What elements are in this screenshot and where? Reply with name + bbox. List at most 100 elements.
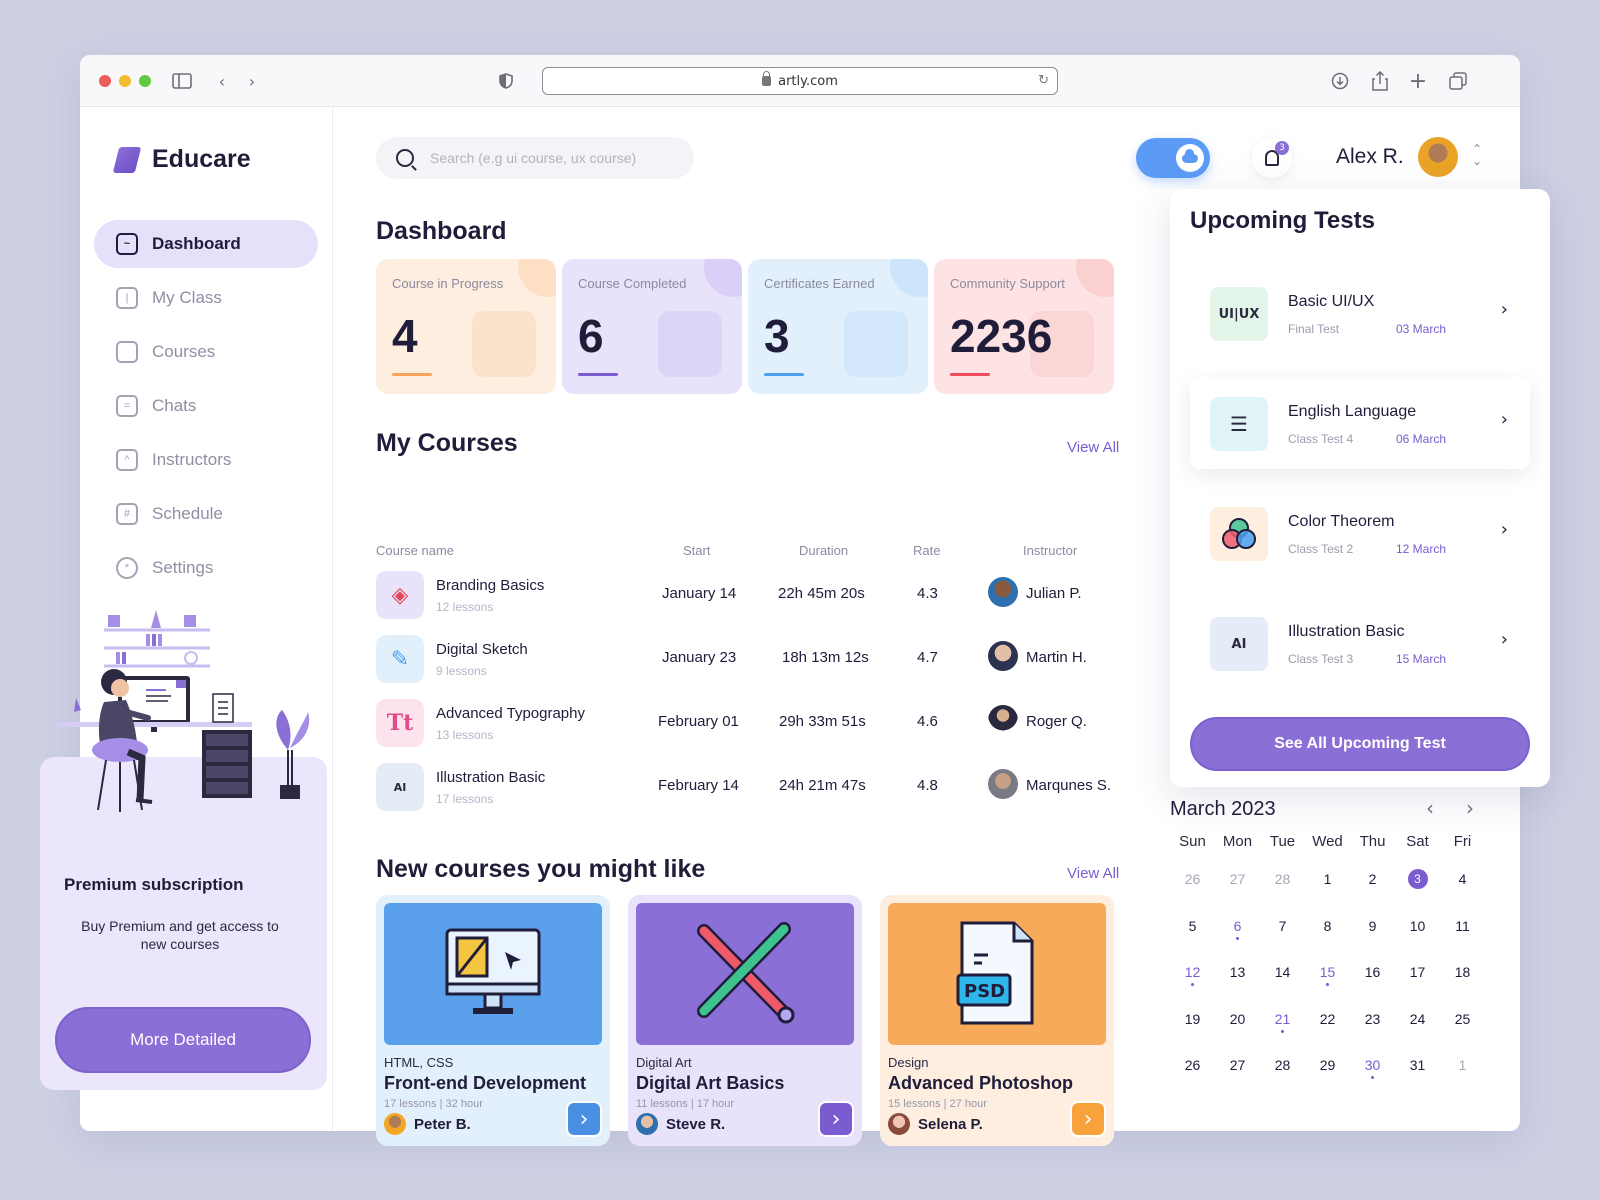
sidebar-item-courses[interactable]: Courses [94, 328, 318, 376]
search-bar[interactable]: Search (e.g ui course, ux course) [376, 137, 694, 179]
calendar-day[interactable]: 20 [1215, 1011, 1260, 1027]
calendar-day[interactable]: 1 [1305, 871, 1350, 887]
calendar-day[interactable]: 14 [1260, 964, 1305, 980]
calendar-day[interactable]: 27 [1215, 1057, 1260, 1073]
sidebar-toggle-icon[interactable] [170, 69, 194, 93]
calendar-day[interactable]: 12 [1170, 964, 1215, 987]
chevron-right-icon[interactable]: › [1466, 796, 1474, 820]
table-row[interactable]: AI Illustration Basic 17 lessons Februar… [376, 763, 1126, 819]
calendar-day[interactable]: 3 [1395, 869, 1440, 890]
stat-card-certificates[interactable]: Certificates Earned 3 [748, 259, 928, 394]
chevron-right-icon[interactable]: › [566, 1101, 602, 1137]
calendar-day[interactable]: 1 [1440, 1057, 1485, 1073]
chevron-left-icon[interactable]: ‹ [1426, 796, 1434, 820]
calendar-day[interactable]: 22 [1305, 1011, 1350, 1027]
course-instructor[interactable]: Julian P. [1026, 585, 1082, 602]
sidebar-nav: ~ Dashboard | My Class Courses = Chats ^… [94, 220, 318, 598]
table-row[interactable]: ✎ Digital Sketch 9 lessons January 23 18… [376, 635, 1126, 691]
shield-icon[interactable] [494, 69, 518, 93]
share-icon[interactable] [1368, 69, 1392, 93]
calendar-day[interactable]: 10 [1395, 918, 1440, 934]
maximize-window-button[interactable] [139, 75, 151, 87]
minimize-window-button[interactable] [119, 75, 131, 87]
calendar-day[interactable]: 27 [1215, 871, 1260, 887]
download-icon[interactable] [1328, 69, 1352, 93]
course-instructor[interactable]: Roger Q. [1026, 713, 1087, 730]
reload-icon[interactable]: ↻ [1038, 73, 1049, 88]
tabs-overview-icon[interactable] [1446, 69, 1470, 93]
svg-text:PSD: PSD [964, 981, 1005, 1002]
calendar-day[interactable]: 23 [1350, 1011, 1395, 1027]
chevron-right-icon[interactable]: › [1501, 409, 1508, 430]
table-row[interactable]: ◈ Branding Basics 12 lessons January 14 … [376, 571, 1126, 627]
calendar-day[interactable]: 28 [1260, 871, 1305, 887]
calendar-day[interactable]: 8 [1305, 918, 1350, 934]
chevron-right-icon[interactable]: › [1501, 629, 1508, 650]
calendar-day[interactable]: 31 [1395, 1057, 1440, 1073]
sidebar-item-label: Settings [152, 558, 214, 577]
avatar[interactable] [1418, 137, 1458, 177]
forward-icon[interactable]: › [240, 69, 264, 93]
stat-card-community[interactable]: Community Support 2236 [934, 259, 1114, 394]
close-window-button[interactable] [99, 75, 111, 87]
test-item[interactable]: Color Theorem Class Test 2 12 March › [1190, 487, 1530, 579]
table-row[interactable]: Tt Advanced Typography 13 lessons Februa… [376, 699, 1126, 755]
calendar-day[interactable]: 25 [1440, 1011, 1485, 1027]
new-tab-icon[interactable]: + [1406, 69, 1430, 94]
calendar-day[interactable]: 5 [1170, 918, 1215, 934]
stat-card-completed[interactable]: Course Completed 6 [562, 259, 742, 394]
calendar-day[interactable]: 9 [1350, 918, 1395, 934]
chevron-right-icon[interactable]: › [1070, 1101, 1106, 1137]
calendar-day[interactable]: 15 [1305, 964, 1350, 987]
calendar-day[interactable]: 26 [1170, 871, 1215, 887]
calendar-day[interactable]: 17 [1395, 964, 1440, 980]
course-rate: 4.3 [917, 585, 938, 602]
calendar-day[interactable]: 19 [1170, 1011, 1215, 1027]
calendar-day[interactable]: 7 [1260, 918, 1305, 934]
test-item[interactable]: UI|UX Basic UI/UX Final Test 03 March › [1190, 267, 1530, 359]
calendar-day[interactable]: 21 [1260, 1011, 1305, 1033]
sidebar-item-label: My Class [152, 288, 222, 307]
user-name[interactable]: Alex R. [1336, 145, 1404, 169]
course-instructor[interactable]: Martin H. [1026, 649, 1087, 666]
course-card[interactable]: HTML, CSS Front-end Development 17 lesso… [376, 895, 610, 1146]
sidebar-item-dashboard[interactable]: ~ Dashboard [94, 220, 318, 268]
search-input[interactable]: Search (e.g ui course, ux course) [430, 150, 636, 166]
test-item[interactable]: ☰ English Language Class Test 4 06 March… [1190, 377, 1530, 469]
sidebar-item-chats[interactable]: = Chats [94, 382, 318, 430]
chevron-right-icon[interactable]: › [818, 1101, 854, 1137]
course-card[interactable]: PSD Design Advanced Photoshop 15 lessons… [880, 895, 1114, 1146]
chevron-right-icon[interactable]: › [1501, 299, 1508, 320]
calendar-day[interactable]: 6 [1215, 918, 1260, 940]
sidebar-item-settings[interactable]: * Settings [94, 544, 318, 592]
calendar-day[interactable]: 13 [1215, 964, 1260, 980]
see-all-tests-button[interactable]: See All Upcoming Test [1190, 717, 1530, 771]
calendar-day[interactable]: 28 [1260, 1057, 1305, 1073]
theme-toggle[interactable] [1136, 138, 1210, 178]
calendar-day[interactable]: 18 [1440, 964, 1485, 980]
sidebar-item-instructors[interactable]: ^ Instructors [94, 436, 318, 484]
calendar-day[interactable]: 29 [1305, 1057, 1350, 1073]
course-card[interactable]: Digital Art Digital Art Basics 11 lesson… [628, 895, 862, 1146]
calendar-day[interactable]: 30 [1350, 1057, 1395, 1080]
logo[interactable]: Educare [112, 145, 251, 174]
chevron-right-icon[interactable]: › [1501, 519, 1508, 540]
calendar-day[interactable]: 26 [1170, 1057, 1215, 1073]
stat-card-in-progress[interactable]: Course in Progress 4 [376, 259, 556, 394]
calendar-day[interactable]: 2 [1350, 871, 1395, 887]
sidebar-item-my-class[interactable]: | My Class [94, 274, 318, 322]
back-icon[interactable]: ‹ [210, 69, 234, 93]
chevron-up-down-icon[interactable]: ⌃ ⌄ [1472, 143, 1482, 167]
my-courses-view-all-link[interactable]: View All [1067, 439, 1119, 456]
address-bar[interactable]: artly.com ↻ [542, 67, 1058, 95]
sidebar-item-schedule[interactable]: # Schedule [94, 490, 318, 538]
course-instructor[interactable]: Marqunes S. [1026, 777, 1111, 794]
more-detailed-button[interactable]: More Detailed [55, 1007, 311, 1073]
calendar-day[interactable]: 24 [1395, 1011, 1440, 1027]
new-courses-view-all-link[interactable]: View All [1067, 865, 1119, 882]
calendar-day[interactable]: 11 [1440, 918, 1485, 934]
calendar-day[interactable]: 16 [1350, 964, 1395, 980]
test-item[interactable]: AI Illustration Basic Class Test 3 15 Ma… [1190, 597, 1530, 689]
calendar-day[interactable]: 4 [1440, 871, 1485, 887]
notifications-button[interactable]: 3 [1252, 138, 1292, 178]
